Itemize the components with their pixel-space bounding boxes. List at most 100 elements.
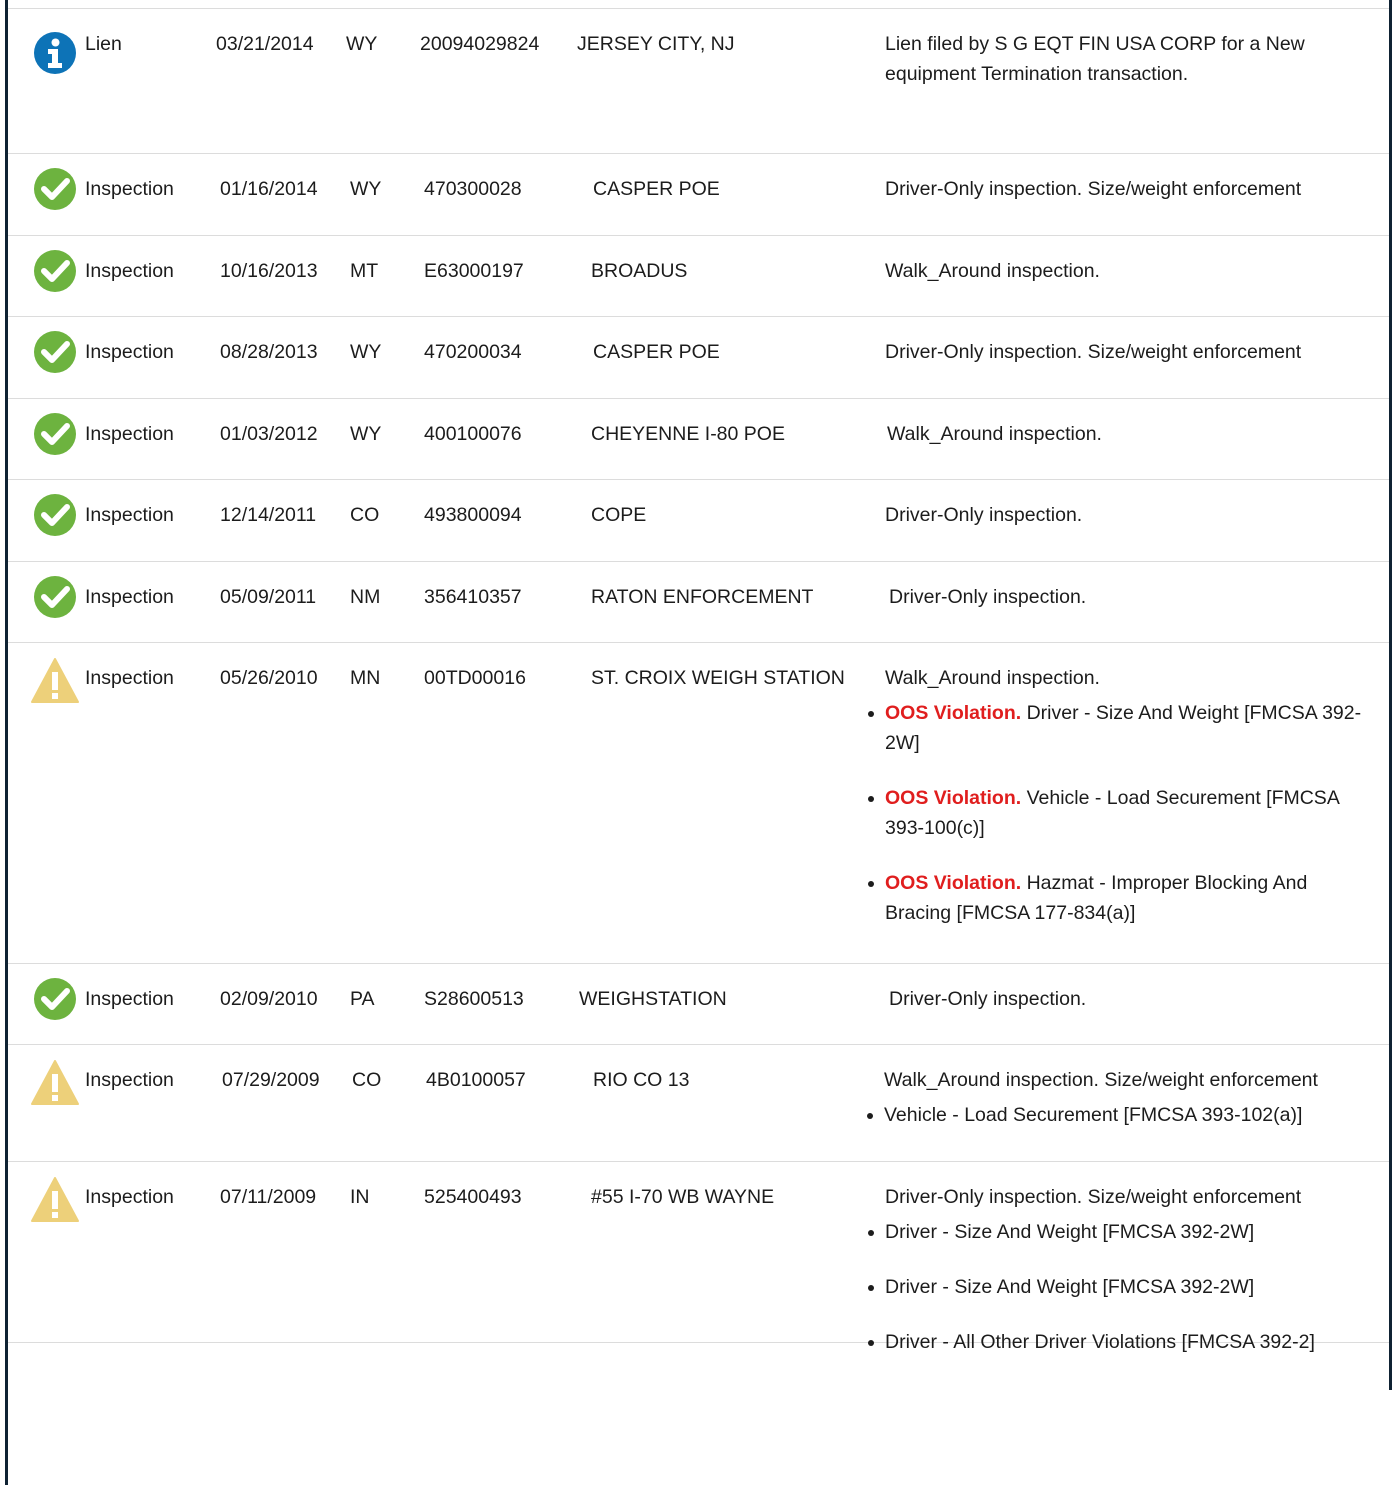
- record-date: 07/11/2009: [220, 1186, 317, 1208]
- record-description: Walk_Around inspection. Size/weight enfo…: [867, 1065, 1374, 1130]
- record-type: Lien: [85, 33, 122, 55]
- record-row: Inspection 07/29/2009 CO 4B0100057 RIO CO 13…: [8, 1045, 1389, 1162]
- description-text: Walk_Around inspection.: [885, 260, 1100, 282]
- record-number: 20094029824: [420, 33, 540, 55]
- record-description: Driver-Only inspection. Size/weight enfo…: [868, 1182, 1375, 1357]
- oos-violation-label: OOS Violation.: [885, 702, 1022, 724]
- record-number: S28600513: [424, 988, 524, 1010]
- check-icon: [30, 409, 80, 459]
- record-date: 10/16/2013: [220, 260, 318, 282]
- violation-item: Vehicle - Load Securement [FMCSA 393-102…: [867, 1100, 1374, 1130]
- oos-violation-label: OOS Violation.: [885, 872, 1022, 894]
- record-state: CO: [350, 504, 380, 526]
- record-number: 493800094: [424, 504, 522, 526]
- violation-item: OOS Violation. Driver - Size And Weight …: [868, 698, 1375, 758]
- violation-text: Driver - Size And Weight [FMCSA 392-2W]: [885, 1276, 1255, 1298]
- record-number: 470200034: [424, 341, 522, 363]
- record-type: Inspection: [85, 178, 174, 200]
- check-icon: [30, 490, 80, 540]
- record-description: Lien filed by S G EQT FIN USA CORP for a…: [885, 29, 1375, 89]
- record-type: Inspection: [85, 1186, 174, 1208]
- record-row: Inspection 10/16/2013 MT E63000197 BROADUS Wa…: [8, 236, 1389, 317]
- record-date: 01/16/2014: [220, 178, 318, 200]
- record-date: 05/09/2011: [220, 586, 317, 608]
- oos-violation-label: OOS Violation.: [885, 787, 1022, 809]
- check-icon: [30, 327, 80, 377]
- record-state: NM: [350, 586, 381, 608]
- violation-item: Driver - Size And Weight [FMCSA 392-2W]: [868, 1272, 1375, 1302]
- record-date: 07/29/2009: [222, 1069, 320, 1091]
- violation-list: OOS Violation. Driver - Size And Weight …: [868, 698, 1375, 928]
- info-icon: [30, 28, 80, 78]
- record-date: 01/03/2012: [220, 423, 318, 445]
- description-text: Driver-Only inspection. Size/weight enfo…: [885, 1186, 1302, 1208]
- history-records-list: Lien 03/21/2014 WY 20094029824 JERSEY CITY, …: [8, 9, 1389, 1353]
- violation-text: Driver - Size And Weight [FMCSA 392-2W]: [885, 1221, 1255, 1243]
- record-date: 08/28/2013: [220, 341, 318, 363]
- record-location: CASPER POE: [593, 341, 720, 363]
- record-description: Driver-Only inspection.: [889, 582, 1379, 612]
- description-text: Driver-Only inspection. Size/weight enfo…: [885, 341, 1302, 363]
- record-location: COPE: [591, 504, 647, 526]
- record-type: Inspection: [85, 341, 174, 363]
- record-description: Driver-Only inspection. Size/weight enfo…: [885, 337, 1375, 367]
- violation-text: Vehicle - Load Securement [FMCSA 393-102…: [884, 1104, 1303, 1126]
- record-state: MN: [350, 667, 381, 689]
- violation-item: Driver - Size And Weight [FMCSA 392-2W]: [868, 1217, 1375, 1247]
- record-date: 03/21/2014: [216, 33, 314, 55]
- record-location: ST. CROIX WEIGH STATION: [591, 667, 845, 689]
- record-date: 12/14/2011: [220, 504, 317, 526]
- record-row: Inspection 01/16/2014 WY 470300028 CASPER PO…: [8, 154, 1389, 236]
- violation-text: Driver - All Other Driver Violations [FM…: [885, 1331, 1315, 1353]
- check-icon: [30, 246, 80, 296]
- record-state: WY: [350, 178, 382, 200]
- record-state: WY: [346, 33, 378, 55]
- violation-list: Driver - Size And Weight [FMCSA 392-2W] D…: [868, 1217, 1375, 1357]
- record-description: Driver-Only inspection. Size/weight enfo…: [885, 174, 1375, 204]
- record-date: 05/26/2010: [220, 667, 318, 689]
- record-location: WEIGHSTATION: [579, 988, 727, 1010]
- record-state: IN: [350, 1186, 370, 1208]
- description-text: Walk_Around inspection.: [885, 667, 1100, 689]
- record-location: JERSEY CITY, NJ: [577, 33, 735, 55]
- record-type: Inspection: [85, 1069, 174, 1091]
- description-text: Driver-Only inspection. Size/weight enfo…: [885, 178, 1302, 200]
- record-number: 00TD00016: [424, 667, 526, 689]
- record-row: Inspection 12/14/2011 CO 493800094 COPE Drive…: [8, 480, 1389, 562]
- record-number: 470300028: [424, 178, 522, 200]
- violation-item: Driver - All Other Driver Violations [FM…: [868, 1327, 1375, 1357]
- record-row: Inspection 02/09/2010 PA S28600513 WEIGHSTAT…: [8, 964, 1389, 1045]
- record-description: Walk_Around inspection.: [885, 256, 1375, 286]
- record-type: Inspection: [85, 423, 174, 445]
- record-state: WY: [350, 423, 382, 445]
- record-row: Inspection 08/28/2013 WY 470200034 CASPER PO…: [8, 317, 1389, 399]
- record-state: CO: [352, 1069, 382, 1091]
- record-location: RIO CO 13: [593, 1069, 690, 1091]
- record-row: Lien 03/21/2014 WY 20094029824 JERSEY CITY, …: [8, 9, 1389, 154]
- description-text: Driver-Only inspection.: [889, 586, 1087, 608]
- record-date: 02/09/2010: [220, 988, 318, 1010]
- violation-item: OOS Violation. Vehicle - Load Securement…: [868, 783, 1375, 843]
- check-icon: [30, 974, 80, 1024]
- record-location: #55 I-70 WB WAYNE: [591, 1186, 775, 1208]
- record-state: PA: [350, 988, 375, 1010]
- description-text: Driver-Only inspection.: [885, 504, 1083, 526]
- record-state: WY: [350, 341, 382, 363]
- record-row: Inspection 01/03/2012 WY 400100076 CHEYENNE …: [8, 399, 1389, 480]
- check-icon: [30, 572, 80, 622]
- record-number: 356410357: [424, 586, 522, 608]
- record-number: 4B0100057: [426, 1069, 526, 1091]
- record-number: 400100076: [424, 423, 522, 445]
- record-description: Walk_Around inspection. OOS Violation. Dr…: [868, 663, 1375, 928]
- record-type: Inspection: [85, 504, 174, 526]
- record-location: RATON ENFORCEMENT: [591, 586, 814, 608]
- record-description: Driver-Only inspection.: [885, 500, 1375, 530]
- record-row: Inspection 07/11/2009 IN 525400493 #55 I-70 …: [8, 1162, 1389, 1353]
- warning-icon: [30, 1058, 80, 1108]
- record-row: Inspection 05/26/2010 MN 00TD00016 ST. CROIX…: [8, 643, 1389, 964]
- record-location: CASPER POE: [593, 178, 720, 200]
- description-text: Walk_Around inspection.: [887, 423, 1102, 445]
- record-number: 525400493: [424, 1186, 522, 1208]
- record-type: Inspection: [85, 667, 174, 689]
- warning-icon: [30, 1175, 80, 1225]
